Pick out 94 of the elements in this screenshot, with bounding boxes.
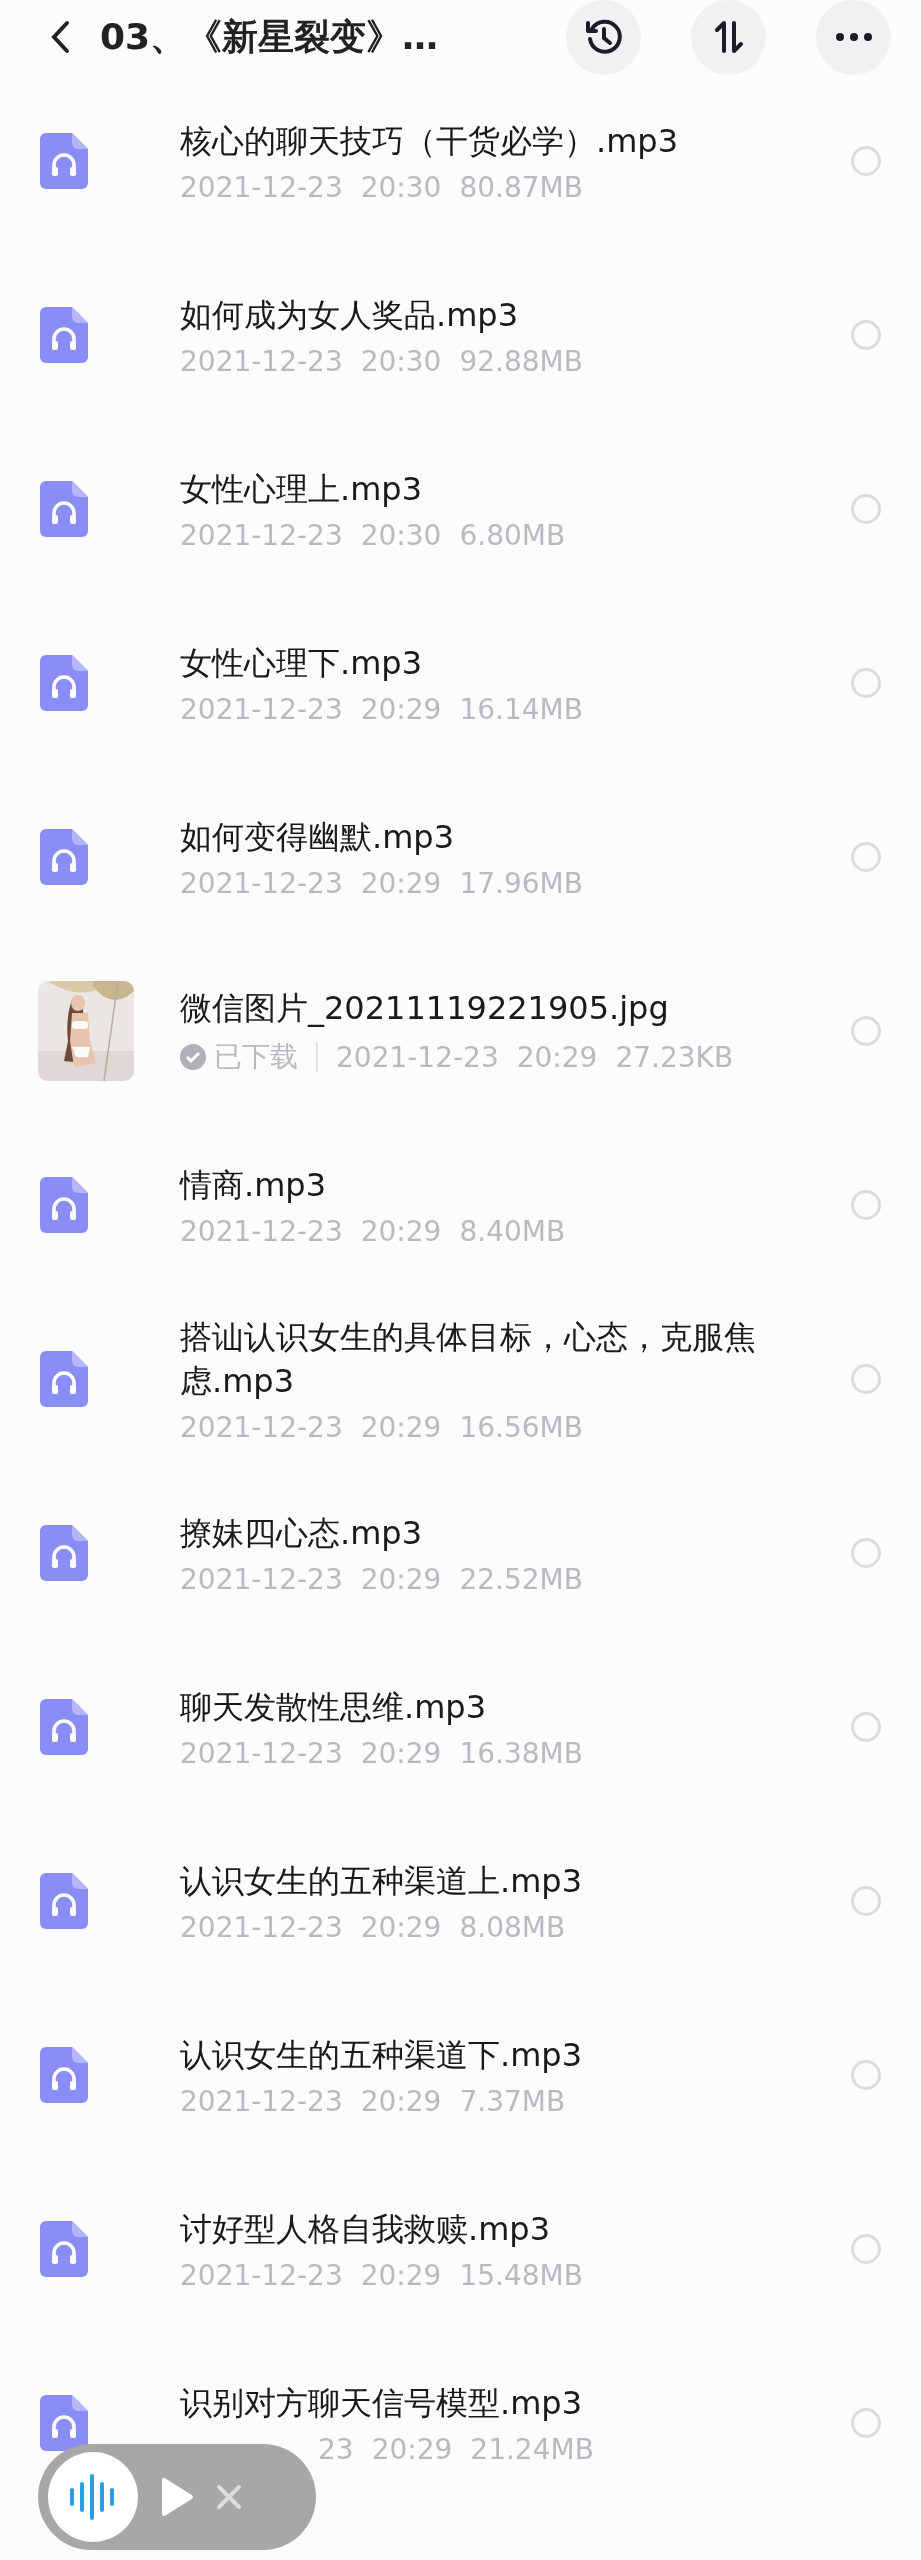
- file-name: 情商.mp3: [180, 1164, 327, 1206]
- file-time: 20:29: [360, 866, 442, 900]
- file-size: 7.37MB: [459, 2084, 566, 2118]
- file-date: 2021-12-23: [180, 518, 343, 552]
- file-name: 撩妹四心态.mp3: [180, 1512, 423, 1554]
- file-size: 16.56MB: [459, 1410, 583, 1444]
- check-circle-icon: [180, 1044, 206, 1070]
- file-time: 20:29: [360, 2084, 442, 2118]
- headphones-file-icon: [40, 2047, 88, 2103]
- file-time: 20:29: [360, 2258, 442, 2292]
- file-size: 16.38MB: [459, 1736, 583, 1770]
- file-size: 80.87MB: [459, 170, 583, 204]
- select-radio[interactable]: [851, 1190, 881, 1220]
- file-time: 20:29: [371, 2432, 453, 2466]
- file-time: 20:29: [360, 1562, 442, 1596]
- select-radio[interactable]: [851, 1016, 881, 1046]
- headphones-file-icon: [40, 1177, 88, 1233]
- file-name: 核心的聊天技巧（干货必学）.mp3: [180, 120, 679, 162]
- file-name: 聊天发散性思维.mp3: [180, 1686, 487, 1728]
- file-time: 20:30: [360, 344, 442, 378]
- headphones-file-icon: [40, 1873, 88, 1929]
- select-radio[interactable]: [851, 2060, 881, 2090]
- headphones-file-icon: [40, 2221, 88, 2277]
- file-name: 认识女生的五种渠道上.mp3: [180, 1860, 583, 1902]
- file-size: 15.48MB: [459, 2258, 583, 2292]
- back-icon: [50, 20, 70, 54]
- headphones-file-icon: [40, 829, 88, 885]
- file-date: 23: [318, 2432, 354, 2466]
- select-radio[interactable]: [851, 1364, 881, 1394]
- file-name: 微信图片_20211119221905.jpg: [180, 988, 670, 1029]
- file-date: 2021-12-23: [180, 1910, 343, 1944]
- select-radio[interactable]: [851, 320, 881, 350]
- file-date: 2021-12-23: [180, 170, 343, 204]
- select-radio[interactable]: [851, 2408, 881, 2438]
- play-icon: [160, 2477, 194, 2517]
- downloaded-label: 已下载: [180, 1038, 298, 1076]
- history-icon: [583, 17, 624, 57]
- file-size: 6.80MB: [459, 518, 566, 552]
- folder-title: 03、《新星裂变》…: [100, 14, 440, 59]
- file-size: 92.88MB: [459, 344, 583, 378]
- file-date: 2021-12-23: [180, 692, 343, 726]
- file-date: 2021-12-23: [180, 866, 343, 900]
- file-name: 如何成为女人奖品.mp3: [180, 294, 519, 336]
- close-icon: [216, 2484, 242, 2510]
- file-time: 20:29: [516, 1040, 598, 1074]
- headphones-file-icon: [40, 2395, 88, 2451]
- file-time: 20:29: [360, 1736, 442, 1770]
- headphones-file-icon: [40, 655, 88, 711]
- headphones-file-icon: [40, 307, 88, 363]
- more-icon: [835, 33, 872, 41]
- file-time: 20:29: [360, 1214, 442, 1248]
- file-date: 2021-12-23: [180, 1214, 343, 1248]
- headphones-file-icon: [40, 133, 88, 189]
- file-size: 21.24MB: [470, 2432, 594, 2466]
- file-size: 8.08MB: [459, 1910, 566, 1944]
- headphones-file-icon: [40, 1351, 88, 1407]
- file-name: 讨好型人格自我救赎.mp3: [180, 2208, 551, 2250]
- file-size: 27.23KB: [615, 1040, 734, 1074]
- select-radio[interactable]: [851, 1712, 881, 1742]
- file-size: 22.52MB: [459, 1562, 583, 1596]
- file-name: 女性心理下.mp3: [180, 642, 423, 684]
- file-name: 如何变得幽默.mp3: [180, 816, 455, 858]
- file-date: 2021-12-23: [180, 344, 343, 378]
- file-name: 识别对方聊天信号模型.mp3: [180, 2382, 583, 2424]
- headphones-file-icon: [40, 1699, 88, 1755]
- audio-wave-button[interactable]: [48, 2452, 138, 2542]
- file-date: 2021-12-23: [180, 2258, 343, 2292]
- file-name: 认识女生的五种渠道下.mp3: [180, 2034, 583, 2076]
- file-time: 20:29: [360, 692, 442, 726]
- file-size: 8.40MB: [459, 1214, 566, 1248]
- file-time: 20:29: [360, 1910, 442, 1944]
- select-radio[interactable]: [851, 1886, 881, 1916]
- file-date: 2021-12-23: [336, 1040, 499, 1074]
- file-date: 2021-12-23: [180, 2084, 343, 2118]
- select-radio[interactable]: [851, 2234, 881, 2264]
- select-radio[interactable]: [851, 1538, 881, 1568]
- play-button[interactable]: [160, 2477, 194, 2517]
- file-time: 20:29: [360, 1410, 442, 1444]
- file-size: 16.14MB: [459, 692, 583, 726]
- headphones-file-icon: [40, 1525, 88, 1581]
- file-name: 女性心理上.mp3: [180, 468, 423, 510]
- file-time: 20:30: [360, 170, 442, 204]
- headphones-file-icon: [40, 481, 88, 537]
- select-radio[interactable]: [851, 842, 881, 872]
- file-size: 17.96MB: [459, 866, 583, 900]
- file-date: 2021-12-23: [180, 1562, 343, 1596]
- file-name: 搭讪认识女生的具体目标，心态，克服焦虑.mp3: [180, 1316, 757, 1402]
- select-radio[interactable]: [851, 668, 881, 698]
- select-radio[interactable]: [851, 146, 881, 176]
- close-button[interactable]: [216, 2484, 242, 2510]
- file-time: 20:30: [360, 518, 442, 552]
- file-date: 2021-12-23: [180, 1736, 343, 1770]
- file-date: 2021-12-23: [180, 1410, 343, 1444]
- select-radio[interactable]: [851, 494, 881, 524]
